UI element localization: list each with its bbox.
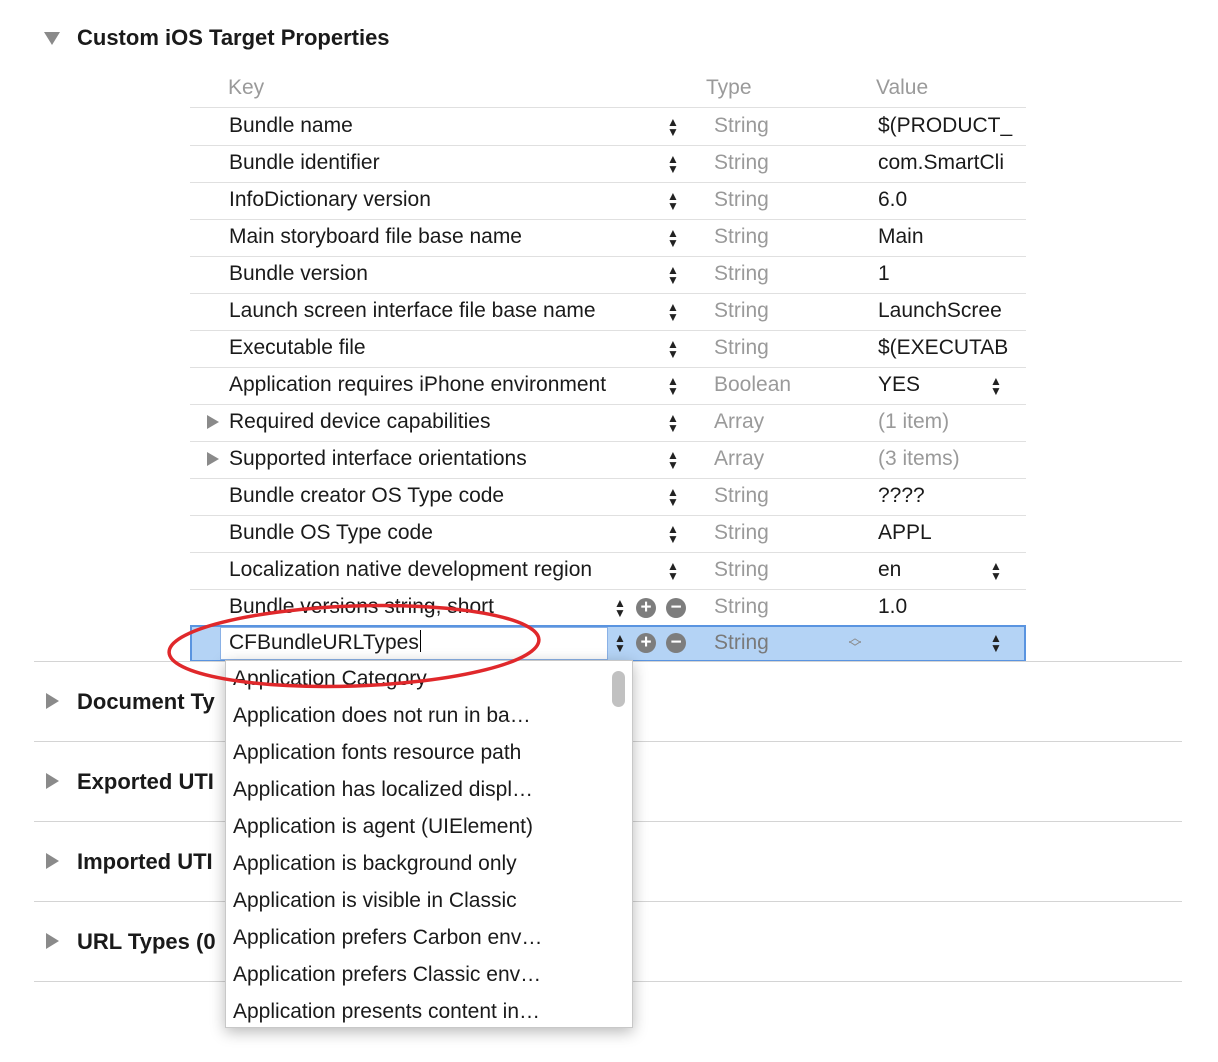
- type-column-header[interactable]: Type: [706, 76, 752, 100]
- value-stepper-icon[interactable]: ▲ ▼: [990, 560, 1002, 582]
- up-down-stepper-icon[interactable]: ▲ ▼: [667, 486, 679, 508]
- up-down-stepper-icon[interactable]: ▲ ▼: [667, 523, 679, 545]
- add-circle-icon[interactable]: +: [636, 633, 656, 653]
- row-key[interactable]: Localization native development region: [229, 553, 659, 587]
- key-column-header[interactable]: Key: [228, 76, 264, 100]
- autocomplete-list: Application Category Application does not…: [226, 660, 606, 1030]
- row-key[interactable]: Supported interface orientations: [229, 442, 659, 476]
- document-types-disclosure-icon[interactable]: [46, 693, 59, 709]
- up-down-stepper-icon[interactable]: ▲ ▼: [667, 116, 679, 138]
- popup-scrollbar-thumb[interactable]: [612, 671, 625, 707]
- value-column-header[interactable]: Value: [876, 76, 928, 100]
- up-down-stepper-icon[interactable]: ▲ ▼: [667, 227, 679, 249]
- editing-type-cell[interactable]: String: [714, 626, 769, 660]
- row-key[interactable]: Application requires iPhone environment: [229, 368, 659, 402]
- remove-circle-icon[interactable]: −: [666, 633, 686, 653]
- row-value[interactable]: $(EXECUTAB: [878, 331, 1026, 365]
- autocomplete-item[interactable]: Application is agent (UIElement): [226, 808, 606, 845]
- row-disclosure-icon[interactable]: [207, 415, 219, 429]
- header-divider: [190, 107, 1026, 108]
- row-type[interactable]: String: [714, 516, 864, 550]
- row-key[interactable]: Executable file: [229, 331, 659, 365]
- row-key[interactable]: Required device capabilities: [229, 405, 659, 439]
- row-key[interactable]: Bundle version: [229, 257, 659, 291]
- autocomplete-item[interactable]: Application is background only: [226, 845, 606, 882]
- value-stepper-icon[interactable]: ▲ ▼: [990, 375, 1002, 397]
- up-down-stepper-icon[interactable]: ▲ ▼: [667, 264, 679, 286]
- row-type[interactable]: Boolean: [714, 368, 864, 402]
- up-down-stepper-icon[interactable]: ▲ ▼: [614, 632, 626, 654]
- autocomplete-popup[interactable]: Application Category Application does not…: [225, 660, 633, 1028]
- row-type[interactable]: String: [714, 109, 864, 143]
- annotation-ellipse-stroke: [167, 603, 541, 689]
- row-value[interactable]: 6.0: [878, 183, 1026, 217]
- autocomplete-item[interactable]: Application does not run in ba…: [226, 697, 606, 734]
- autocomplete-item[interactable]: Application prefers Classic env…: [226, 956, 606, 993]
- row-type[interactable]: Array: [714, 405, 864, 439]
- row-value[interactable]: LaunchScree: [878, 294, 1026, 328]
- autocomplete-item[interactable]: Application has localized displ…: [226, 771, 606, 808]
- row-value[interactable]: YES: [878, 368, 1026, 402]
- row-type[interactable]: String: [714, 479, 864, 513]
- row-type[interactable]: String: [714, 220, 864, 254]
- up-down-stepper-icon[interactable]: ▲ ▼: [667, 153, 679, 175]
- row-type[interactable]: String: [714, 553, 864, 587]
- up-down-stepper-icon[interactable]: ▲ ▼: [667, 190, 679, 212]
- url-types-title[interactable]: URL Types (0: [77, 929, 216, 955]
- value-stepper-icon[interactable]: ▲ ▼: [990, 632, 1002, 654]
- row-value[interactable]: Main: [878, 220, 1026, 254]
- row-key[interactable]: Launch screen interface file base name: [229, 294, 655, 328]
- row-type[interactable]: String: [714, 183, 864, 217]
- row-type[interactable]: String: [714, 146, 864, 180]
- row-value[interactable]: APPL: [878, 516, 1026, 550]
- row-key[interactable]: Bundle identifier: [229, 146, 659, 180]
- type-popup-chevron-icon[interactable]: ︿ ﹀: [848, 631, 862, 654]
- imported-utis-disclosure-icon[interactable]: [46, 853, 59, 869]
- custom-properties-title: Custom iOS Target Properties: [77, 25, 390, 50]
- add-circle-icon[interactable]: +: [636, 598, 656, 618]
- imported-utis-title[interactable]: Imported UTI: [77, 849, 213, 875]
- exported-utis-title[interactable]: Exported UTI: [77, 769, 214, 795]
- section-disclosure-icon[interactable]: [44, 32, 60, 45]
- row-type[interactable]: Array: [714, 442, 864, 476]
- row-type[interactable]: String: [714, 331, 864, 365]
- autocomplete-item[interactable]: Application prefers Carbon env…: [226, 919, 606, 956]
- exported-utis-disclosure-icon[interactable]: [46, 773, 59, 789]
- annotation-ellipse: [167, 603, 541, 689]
- row-value[interactable]: 1.0: [878, 590, 1026, 624]
- row-value[interactable]: en: [878, 553, 1026, 587]
- row-value[interactable]: (1 item): [878, 405, 1026, 439]
- row-key[interactable]: InfoDictionary version: [229, 183, 659, 217]
- row-value[interactable]: com.SmartCli: [878, 146, 1026, 180]
- up-down-stepper-icon[interactable]: ▲ ▼: [667, 449, 679, 471]
- autocomplete-item[interactable]: Application fonts resource path: [226, 734, 606, 771]
- row-key[interactable]: Bundle name: [229, 109, 659, 143]
- row-value[interactable]: ????: [878, 479, 1026, 513]
- row-type[interactable]: String: [714, 257, 864, 291]
- row-key[interactable]: Bundle creator OS Type code: [229, 479, 659, 513]
- up-down-stepper-icon[interactable]: ▲ ▼: [667, 338, 679, 360]
- up-down-stepper-icon[interactable]: ▲ ▼: [667, 375, 679, 397]
- row-type[interactable]: String: [714, 294, 864, 328]
- up-down-stepper-icon[interactable]: ▲ ▼: [614, 597, 626, 619]
- up-down-stepper-icon[interactable]: ▲ ▼: [667, 412, 679, 434]
- row-value[interactable]: $(PRODUCT_: [878, 109, 1026, 143]
- remove-circle-icon[interactable]: −: [666, 598, 686, 618]
- row-disclosure-icon[interactable]: [207, 452, 219, 466]
- row-value[interactable]: (3 items): [878, 442, 1026, 476]
- url-types-disclosure-icon[interactable]: [46, 933, 59, 949]
- autocomplete-item[interactable]: Application is visible in Classic: [226, 882, 606, 919]
- up-down-stepper-icon[interactable]: ▲ ▼: [667, 301, 679, 323]
- autocomplete-item[interactable]: Application presents content in…: [226, 993, 606, 1030]
- row-value[interactable]: 1: [878, 257, 1026, 291]
- row-key[interactable]: Bundle OS Type code: [229, 516, 659, 550]
- row-key[interactable]: Main storyboard file base name: [229, 220, 659, 254]
- up-down-stepper-icon[interactable]: ▲ ▼: [667, 560, 679, 582]
- row-type[interactable]: String: [714, 590, 864, 624]
